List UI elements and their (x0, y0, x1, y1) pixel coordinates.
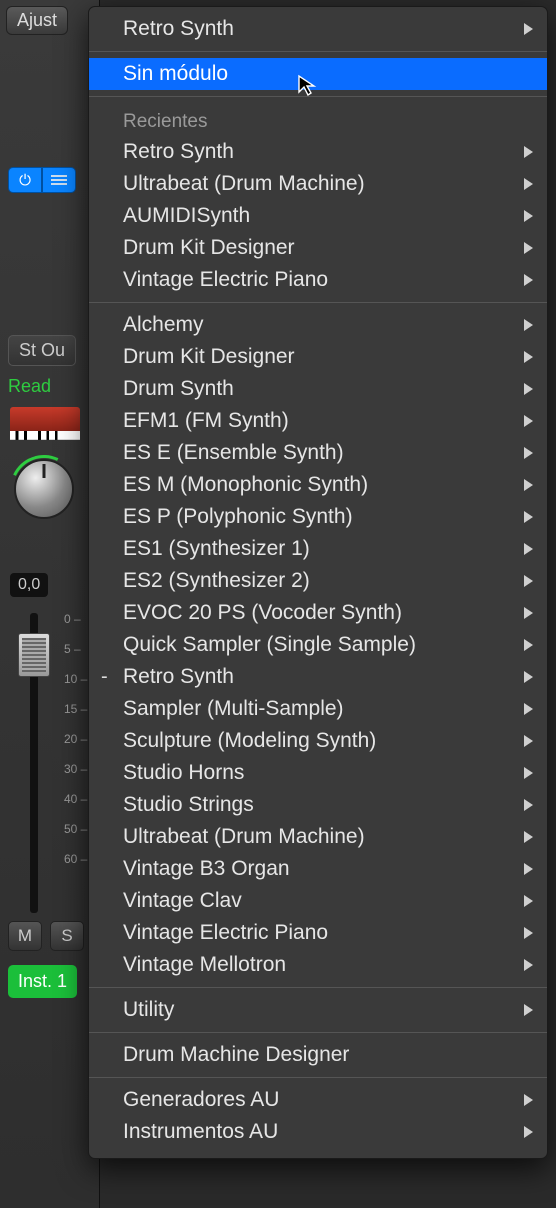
menu-au-generators[interactable]: Generadores AU (89, 1084, 547, 1116)
menu-current-plugin[interactable]: Retro Synth (89, 13, 547, 45)
menu-instrument-item[interactable]: Drum Synth (89, 373, 547, 405)
menu-utility[interactable]: Utility (89, 994, 547, 1026)
tick-label: 30 – (64, 763, 87, 793)
automation-mode-label[interactable]: Read (0, 372, 99, 401)
settings-button[interactable]: Ajust (6, 6, 68, 35)
menu-item-label: Vintage Mellotron (123, 953, 286, 977)
power-icon[interactable]: ⏻ (8, 167, 42, 193)
menu-item-label: Studio Strings (123, 793, 254, 817)
menu-instrument-item[interactable]: Vintage Clav (89, 885, 547, 917)
menu-instrument-item[interactable]: EVOC 20 PS (Vocoder Synth) (89, 597, 547, 629)
menu-item-label: Quick Sampler (Single Sample) (123, 633, 416, 657)
menu-separator (89, 1032, 547, 1033)
menu-recent-item[interactable]: Ultrabeat (Drum Machine) (89, 168, 547, 200)
menu-item-label: AUMIDISynth (123, 204, 250, 228)
menu-recent-item[interactable]: Drum Kit Designer (89, 232, 547, 264)
menu-instrument-item[interactable]: Ultrabeat (Drum Machine) (89, 821, 547, 853)
menu-instrument-item[interactable]: ES E (Ensemble Synth) (89, 437, 547, 469)
menu-recent-item[interactable]: Retro Synth (89, 136, 547, 168)
tick-label: 15 – (64, 703, 87, 733)
menu-instrument-item[interactable]: Quick Sampler (Single Sample) (89, 629, 547, 661)
menu-item-label: Instrumentos AU (123, 1120, 278, 1144)
menu-item-label: Vintage Electric Piano (123, 921, 328, 945)
menu-drum-machine-designer[interactable]: Drum Machine Designer (89, 1039, 547, 1071)
menu-item-label: ES1 (Synthesizer 1) (123, 537, 310, 561)
menu-item-label: Vintage Clav (123, 889, 242, 913)
menu-instrument-item[interactable]: Studio Strings (89, 789, 547, 821)
current-indicator-icon: - (101, 666, 108, 689)
menu-item-label: Utility (123, 998, 174, 1022)
menu-separator (89, 987, 547, 988)
tick-label: 0 – (64, 613, 87, 643)
menu-item-label: ES2 (Synthesizer 2) (123, 569, 310, 593)
fader-ticks: 0 –5 –10 –15 –20 –30 –40 –50 –60 – (64, 613, 87, 883)
menu-recents-header: Recientes (89, 103, 547, 136)
menu-instrument-item[interactable]: ES2 (Synthesizer 2) (89, 565, 547, 597)
menu-item-label: Drum Kit Designer (123, 345, 295, 369)
menu-item-label: Sampler (Multi-Sample) (123, 697, 344, 721)
menu-instrument-item[interactable]: EFM1 (FM Synth) (89, 405, 547, 437)
menu-item-label: Retro Synth (123, 665, 234, 689)
menu-au-instruments[interactable]: Instrumentos AU (89, 1116, 547, 1148)
menu-no-plugin[interactable]: Sin módulo (89, 58, 547, 90)
menu-instrument-item[interactable]: Vintage B3 Organ (89, 853, 547, 885)
menu-item-label: Drum Kit Designer (123, 236, 295, 260)
menu-item-label: EFM1 (FM Synth) (123, 409, 289, 433)
menu-item-label: Sin módulo (123, 62, 228, 86)
menu-header-label: Recientes (123, 111, 208, 133)
tick-label: 40 – (64, 793, 87, 823)
menu-item-label: Sculpture (Modeling Synth) (123, 729, 376, 753)
instrument-plugin-menu: Retro Synth Sin módulo Recientes Retro S… (88, 6, 548, 1159)
sliders-icon[interactable] (42, 167, 76, 193)
menu-separator (89, 96, 547, 97)
menu-instrument-item[interactable]: Studio Horns (89, 757, 547, 789)
menu-instrument-item[interactable]: ES1 (Synthesizer 1) (89, 533, 547, 565)
mute-button[interactable]: M (8, 921, 42, 951)
menu-separator (89, 1077, 547, 1078)
menu-item-label: Generadores AU (123, 1088, 279, 1112)
menu-instrument-item[interactable]: Sampler (Multi-Sample) (89, 693, 547, 725)
menu-item-label: Drum Synth (123, 377, 234, 401)
menu-item-label: ES P (Polyphonic Synth) (123, 505, 353, 529)
menu-item-label: Alchemy (123, 313, 204, 337)
menu-item-label: Studio Horns (123, 761, 244, 785)
instrument-slot-button[interactable]: Inst. 1 (8, 965, 77, 998)
menu-item-label: Vintage B3 Organ (123, 857, 290, 881)
instrument-icon (10, 407, 80, 451)
tick-label: 60 – (64, 853, 87, 883)
tick-label: 10 – (64, 673, 87, 703)
menu-instrument-item[interactable]: ES P (Polyphonic Synth) (89, 501, 547, 533)
menu-separator (89, 302, 547, 303)
tick-label: 5 – (64, 643, 87, 673)
output-button[interactable]: St Ou (8, 335, 76, 366)
menu-recent-item[interactable]: Vintage Electric Piano (89, 264, 547, 296)
menu-instrument-item[interactable]: Alchemy (89, 309, 547, 341)
menu-item-label: ES M (Monophonic Synth) (123, 473, 368, 497)
menu-item-label: Ultrabeat (Drum Machine) (123, 825, 365, 849)
fader-cap[interactable] (18, 633, 50, 677)
menu-item-label: Retro Synth (123, 140, 234, 164)
menu-instrument-item[interactable]: Vintage Electric Piano (89, 917, 547, 949)
tick-label: 50 – (64, 823, 87, 853)
menu-item-label: Retro Synth (123, 17, 234, 41)
power-edit-toggle[interactable]: ⏻ (8, 167, 91, 193)
pan-knob[interactable] (14, 459, 74, 519)
menu-item-label: ES E (Ensemble Synth) (123, 441, 344, 465)
menu-item-label: EVOC 20 PS (Vocoder Synth) (123, 601, 402, 625)
menu-instrument-item[interactable]: Sculpture (Modeling Synth) (89, 725, 547, 757)
menu-instrument-item[interactable]: -Retro Synth (89, 661, 547, 693)
menu-item-label: Vintage Electric Piano (123, 268, 328, 292)
menu-recent-item[interactable]: AUMIDISynth (89, 200, 547, 232)
tick-label: 20 – (64, 733, 87, 763)
menu-item-label: Ultrabeat (Drum Machine) (123, 172, 365, 196)
solo-button[interactable]: S (50, 921, 84, 951)
fader-value[interactable]: 0,0 (10, 573, 48, 597)
menu-instrument-item[interactable]: Drum Kit Designer (89, 341, 547, 373)
menu-instrument-item[interactable]: Vintage Mellotron (89, 949, 547, 981)
menu-item-label: Drum Machine Designer (123, 1043, 349, 1067)
menu-separator (89, 51, 547, 52)
menu-instrument-item[interactable]: ES M (Monophonic Synth) (89, 469, 547, 501)
